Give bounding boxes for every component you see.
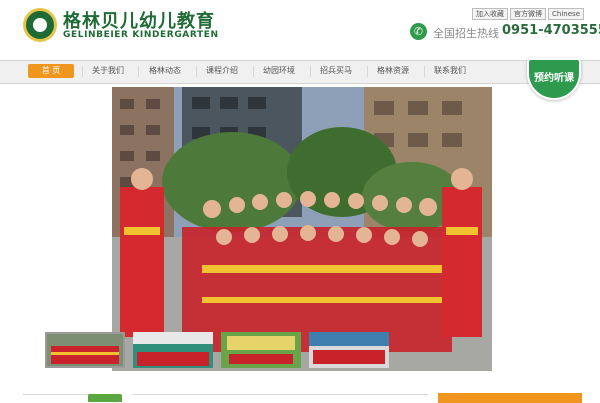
nav-recruitment[interactable]: 招兵买马 — [320, 65, 352, 76]
nav-divider — [82, 66, 83, 77]
main-nav: 首 页 关于我们 格林动态 课程介绍 幼园环境 招兵买马 格林资源 联系我们 — [0, 60, 600, 84]
thumbnail-3[interactable] — [221, 332, 301, 368]
nav-about[interactable]: 关于我们 — [92, 65, 124, 76]
nav-courses[interactable]: 课程介绍 — [206, 65, 238, 76]
hotline-number: 0951-4703555 — [502, 23, 600, 38]
nav-news[interactable]: 格林动态 — [149, 65, 181, 76]
nav-divider — [196, 66, 197, 77]
thumbnail-image — [47, 334, 123, 366]
official-weibo-link[interactable]: 官方微博 — [510, 8, 547, 20]
thumbnail-1[interactable] — [45, 332, 125, 368]
hotline-label: 全国招生热线 — [433, 27, 499, 40]
nav-environment[interactable]: 幼园环境 — [263, 65, 295, 76]
nav-contact[interactable]: 联系我们 — [434, 65, 466, 76]
hero-photo[interactable] — [112, 87, 492, 371]
thumbnail-image — [133, 332, 213, 368]
thumbnail-image — [221, 332, 301, 368]
logo-emblem[interactable] — [23, 8, 57, 42]
section-tab[interactable] — [88, 394, 122, 402]
hero-photo-image — [112, 87, 492, 371]
nav-divider — [138, 66, 139, 77]
header: 格林贝儿幼儿教育 GELINBEIER KINDERGARTEN 加入收藏 官方… — [0, 0, 600, 58]
logo-english-name: GELINBEIER KINDERGARTEN — [63, 30, 219, 40]
language-chinese-link[interactable]: Chinese — [548, 8, 584, 20]
nav-resources[interactable]: 格林资源 — [377, 65, 409, 76]
thumbnail-image — [309, 332, 389, 368]
nav-divider — [424, 66, 425, 77]
nav-divider — [367, 66, 368, 77]
book-lesson-button[interactable]: 预约听课 — [527, 58, 581, 100]
thumbnail-strip — [45, 332, 389, 368]
nav-home[interactable]: 首 页 — [28, 64, 74, 78]
nav-divider — [310, 66, 311, 77]
section-header-bar — [438, 393, 582, 403]
thumbnail-4[interactable] — [309, 332, 389, 368]
nav-divider — [253, 66, 254, 77]
top-links: 加入收藏 官方微博 Chinese — [470, 8, 584, 20]
phone-icon: ✆ — [410, 23, 427, 40]
section-divider — [133, 394, 428, 403]
add-favorite-link[interactable]: 加入收藏 — [472, 8, 509, 20]
book-lesson-label: 预约听课 — [534, 73, 574, 84]
thumbnail-2[interactable] — [133, 332, 213, 368]
